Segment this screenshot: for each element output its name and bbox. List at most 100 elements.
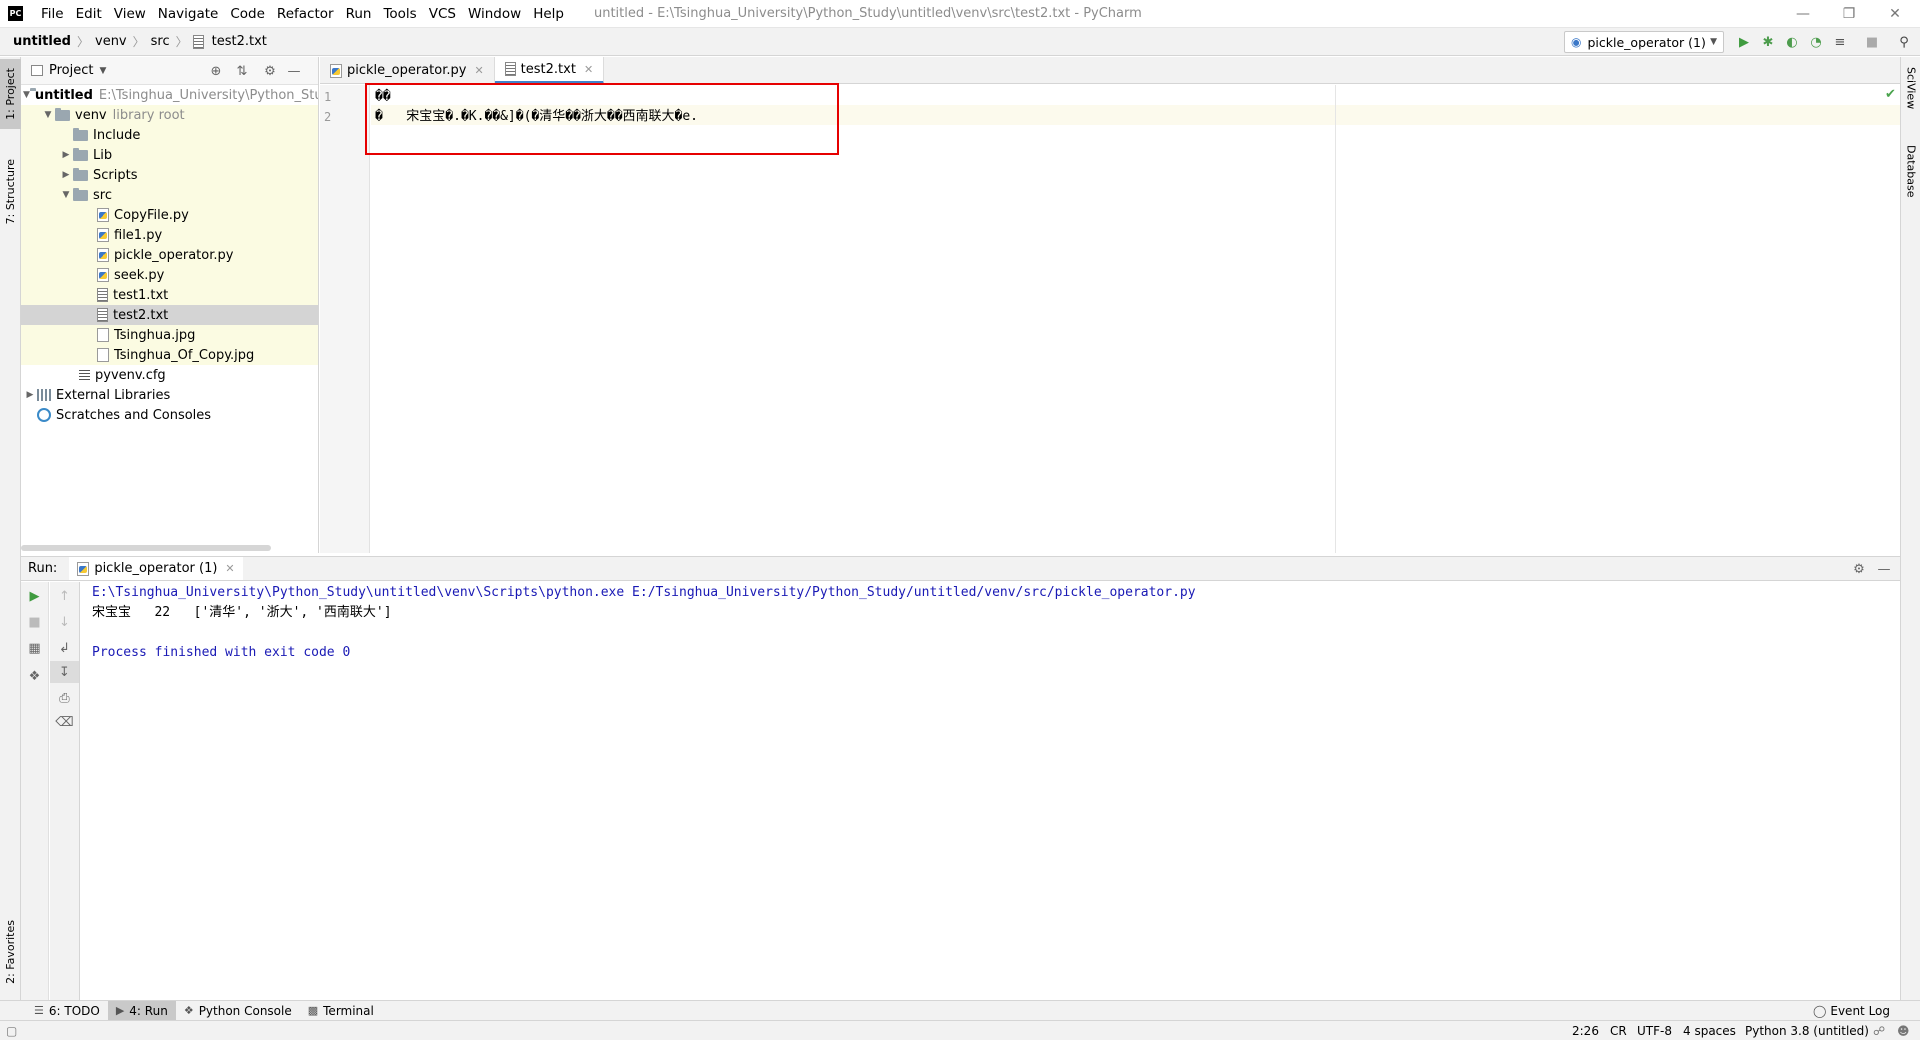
restore-layout-icon[interactable]: ▦ xyxy=(21,637,48,659)
editor-text-area[interactable]: �� � 宋宝宝�.�K.��&]�(�清华��浙大��西南联大�… xyxy=(371,85,1900,553)
menu-file[interactable]: File xyxy=(35,0,70,28)
tab-pickle-operator-py[interactable]: pickle_operator.py ✕ xyxy=(320,57,495,84)
run-console[interactable]: E:\Tsinghua_University\Python_Study\unti… xyxy=(81,582,1900,1001)
file-encoding[interactable]: UTF-8 xyxy=(1637,1021,1672,1041)
horizontal-scrollbar[interactable] xyxy=(21,545,271,551)
menu-vcs[interactable]: VCS xyxy=(423,0,462,28)
project-view-select[interactable]: Project xyxy=(49,63,93,78)
breadcrumb-src[interactable]: src xyxy=(148,34,173,49)
folder-icon xyxy=(73,170,88,181)
run-configuration-select[interactable]: ◉ pickle_operator (1) ▼ xyxy=(1564,31,1724,53)
trash-icon[interactable]: ⌫ xyxy=(50,711,79,733)
tree-item-external-libraries[interactable]: ▶ External Libraries xyxy=(21,385,319,405)
tree-item-label: Tsinghua.jpg xyxy=(114,328,195,343)
minimize-icon[interactable]: — xyxy=(1780,0,1826,28)
debug-icon[interactable]: ✱ xyxy=(1759,33,1777,51)
tree-item-test1-txt[interactable]: test1.txt xyxy=(21,285,319,305)
scroll-to-end-icon[interactable]: ↧ xyxy=(50,661,79,683)
soft-wrap-icon[interactable]: ↲ xyxy=(50,637,79,659)
expand-arrow-icon[interactable]: ▶ xyxy=(59,150,73,160)
tree-item-tsinghua-jpg[interactable]: Tsinghua.jpg xyxy=(21,325,319,345)
arrow-up-icon[interactable]: ↑ xyxy=(50,585,79,607)
hide-panel-icon[interactable]: — xyxy=(285,62,303,80)
gear-icon[interactable]: ⚙ xyxy=(1851,561,1867,577)
line-separator[interactable]: CR xyxy=(1610,1021,1627,1041)
gear-icon[interactable]: ⚙ xyxy=(261,62,279,80)
lock-icon[interactable]: ☍ xyxy=(1873,1021,1885,1041)
tool-tab-sciview[interactable]: SciView xyxy=(1901,67,1920,137)
profile-icon[interactable]: ◔ xyxy=(1807,33,1825,51)
restore-icon[interactable]: ❐ xyxy=(1826,0,1872,28)
caret-position[interactable]: 2:26 xyxy=(1572,1021,1599,1041)
hide-panel-icon[interactable]: — xyxy=(1876,561,1892,577)
breadcrumb-file[interactable]: test2.txt xyxy=(209,34,270,49)
tool-tab-favorites[interactable]: 2: Favorites xyxy=(0,907,21,997)
search-everywhere-icon[interactable]: ⚲ xyxy=(1895,33,1913,51)
breadcrumb-separator-icon: 〉 xyxy=(173,33,191,50)
menu-help[interactable]: Help xyxy=(527,0,570,28)
tree-item-test2-txt[interactable]: test2.txt xyxy=(21,305,319,325)
expand-arrow-icon[interactable]: ▶ xyxy=(59,170,73,180)
run-tab[interactable]: pickle_operator (1) ✕ xyxy=(69,557,242,580)
menu-tools[interactable]: Tools xyxy=(377,0,422,28)
toggle-tool-windows-icon[interactable]: ▢ xyxy=(6,1021,17,1041)
tree-item-scripts[interactable]: ▶ Scripts xyxy=(21,165,319,185)
run-icon[interactable]: ▶ xyxy=(1735,33,1753,51)
close-tab-icon[interactable]: ✕ xyxy=(474,64,483,77)
menu-refactor[interactable]: Refactor xyxy=(271,0,340,28)
close-tab-icon[interactable]: ✕ xyxy=(225,562,234,575)
tree-item-venv[interactable]: ▼ venv library root xyxy=(21,105,319,125)
tool-tab-todo[interactable]: ☰ 6: TODO xyxy=(26,1001,108,1021)
locate-file-icon[interactable]: ⊕ xyxy=(207,62,225,80)
tree-item-untitled[interactable]: ▼ untitled E:\Tsinghua_University\Python… xyxy=(21,85,319,105)
menu-window[interactable]: Window xyxy=(462,0,527,28)
close-tab-icon[interactable]: ✕ xyxy=(584,63,593,76)
rerun-icon[interactable]: ▶ xyxy=(21,585,48,607)
tool-tab-project[interactable]: 1: Project xyxy=(0,59,21,129)
menu-code[interactable]: Code xyxy=(224,0,271,28)
menu-navigate[interactable]: Navigate xyxy=(152,0,225,28)
stop-icon[interactable]: ■ xyxy=(21,611,48,633)
tree-item-copyfile-py[interactable]: CopyFile.py xyxy=(21,205,319,225)
breadcrumb-venv[interactable]: venv xyxy=(92,34,130,49)
event-log-button[interactable]: ◯ Event Log xyxy=(1813,1001,1890,1021)
inspection-ok-icon[interactable]: ✔ xyxy=(1885,87,1896,102)
run-with-coverage-icon[interactable]: ◐ xyxy=(1783,33,1801,51)
expand-arrow-icon[interactable]: ▼ xyxy=(23,90,30,100)
concurrency-diagram-icon[interactable]: ≡ xyxy=(1831,33,1849,51)
tree-item-tsinghua-of-copy-jpg[interactable]: Tsinghua_Of_Copy.jpg xyxy=(21,345,319,365)
tool-tab-database[interactable]: Database xyxy=(1901,145,1920,235)
tab-test2-txt[interactable]: test2.txt ✕ xyxy=(495,57,604,84)
tree-item-pickle-operator-py[interactable]: pickle_operator.py xyxy=(21,245,319,265)
tree-item-src[interactable]: ▼ src xyxy=(21,185,319,205)
tree-item-pyvenv-cfg[interactable]: pyvenv.cfg xyxy=(21,365,319,385)
inspector-icon[interactable]: ☻ xyxy=(1897,1021,1910,1041)
tree-item-include[interactable]: Include xyxy=(21,125,319,145)
close-window-icon[interactable]: ✕ xyxy=(1872,0,1918,28)
tool-tab-python-console[interactable]: ❖ Python Console xyxy=(176,1001,300,1021)
menu-run[interactable]: Run xyxy=(340,0,378,28)
chevron-down-icon[interactable]: ▼ xyxy=(99,66,106,76)
stop-icon[interactable]: ■ xyxy=(1863,33,1881,51)
expand-arrow-icon[interactable]: ▼ xyxy=(41,110,55,120)
python-interpreter[interactable]: Python 3.8 (untitled) xyxy=(1745,1021,1869,1041)
tree-item-file1-py[interactable]: file1.py xyxy=(21,225,319,245)
menu-view[interactable]: View xyxy=(108,0,152,28)
tree-item-lib[interactable]: ▶ Lib xyxy=(21,145,319,165)
bottom-tool-strip: ☰ 6: TODO ▶ 4: Run ❖ Python Console ▩ Te… xyxy=(0,1000,1920,1020)
menu-edit[interactable]: Edit xyxy=(70,0,108,28)
tool-tab-structure[interactable]: 7: Structure xyxy=(0,147,21,237)
arrow-down-icon[interactable]: ↓ xyxy=(50,611,79,633)
indentation[interactable]: 4 spaces xyxy=(1683,1021,1736,1041)
tree-item-seek-py[interactable]: seek.py xyxy=(21,265,319,285)
tool-tab-terminal[interactable]: ▩ Terminal xyxy=(300,1001,382,1021)
tool-tab-run[interactable]: ▶ 4: Run xyxy=(108,1001,176,1021)
collapse-all-icon[interactable]: ⇅ xyxy=(233,62,251,80)
expand-arrow-icon[interactable]: ▼ xyxy=(59,190,73,200)
pin-tab-icon[interactable]: ❖ xyxy=(21,665,48,687)
tree-item-scratches[interactable]: Scratches and Consoles xyxy=(21,405,319,425)
expand-arrow-icon[interactable]: ▶ xyxy=(23,390,37,400)
print-icon[interactable]: ⎙ xyxy=(50,687,79,709)
breadcrumb-project[interactable]: untitled xyxy=(10,34,74,49)
console-command-line: E:\Tsinghua_University\Python_Study\unti… xyxy=(92,583,1196,603)
